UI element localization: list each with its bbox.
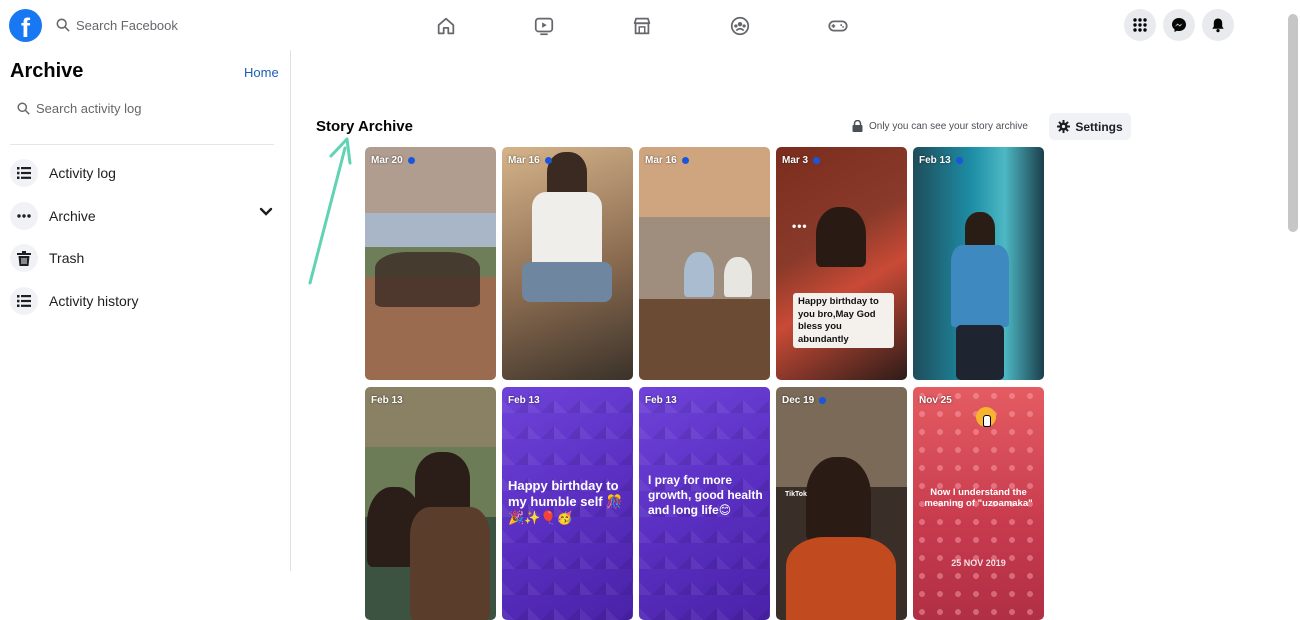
menu-grid-icon[interactable]	[1124, 9, 1156, 41]
page-scrollbar[interactable]	[1288, 14, 1298, 232]
bell-icon[interactable]	[1202, 9, 1234, 41]
story-card[interactable]: TikTok Dec 19	[776, 387, 907, 620]
unseen-dot	[813, 157, 821, 164]
chevron-down-icon[interactable]	[259, 207, 273, 217]
story-photo	[806, 457, 871, 542]
story-caption: Happy birthday to my humble self 🎊🎉✨🎈🥳	[508, 478, 623, 525]
story-date: Nov 25	[919, 395, 952, 406]
unseen-dot	[819, 397, 827, 404]
groups-icon[interactable]	[716, 10, 764, 42]
story-photo	[532, 192, 602, 267]
story-photo	[951, 245, 1009, 327]
story-card[interactable]: Mar 16	[639, 147, 770, 380]
list-icon	[10, 286, 38, 315]
story-archive-panel: Story Archive Only you can see your stor…	[292, 50, 1300, 620]
home-icon[interactable]	[422, 10, 470, 42]
story-date: Feb 13	[645, 395, 677, 406]
settings-label: Settings	[1075, 119, 1123, 134]
sidebar-item-label: Activity history	[49, 292, 139, 309]
story-photo	[415, 452, 470, 512]
gear-icon	[1057, 120, 1071, 133]
home-link[interactable]: Home	[244, 65, 279, 80]
story-date: Feb 13	[508, 395, 540, 406]
story-photo	[956, 325, 1004, 380]
sidebar-item-activity-log[interactable]: Activity log	[0, 152, 291, 195]
unseen-dot	[955, 157, 963, 164]
sidebar-menu: Activity log Archive Trash Activity hist…	[0, 152, 291, 322]
story-card[interactable]: I pray for more growth, good health and …	[639, 387, 770, 620]
story-grid: Mar 20 Mar 16 Mar 16 Happy birthday to y…	[365, 147, 1044, 620]
story-card[interactable]: Happy birthday to my humble self 🎊🎉✨🎈🥳 F…	[502, 387, 633, 620]
lock-icon	[852, 120, 863, 132]
account-controls	[1124, 9, 1234, 41]
sidebar-item-label: Trash	[49, 250, 85, 267]
sidebar-item-trash[interactable]: Trash	[0, 237, 291, 280]
trash-icon	[10, 244, 38, 273]
story-photo	[816, 207, 866, 267]
main-nav	[422, 10, 862, 42]
left-sidebar: Archive Home Search activity log Activit…	[0, 50, 291, 571]
facebook-logo[interactable]: f	[9, 9, 42, 42]
activity-search-placeholder: Search activity log	[36, 101, 142, 116]
annotation-arrow	[308, 137, 352, 285]
facebook-search[interactable]: Search Facebook	[56, 14, 178, 36]
story-date: Mar 3	[782, 155, 821, 166]
sidebar-item-activity-history[interactable]: Activity history	[0, 280, 291, 323]
story-date: Mar 20	[371, 155, 415, 166]
story-photo	[547, 152, 587, 197]
sidebar-item-archive[interactable]: Archive	[0, 195, 291, 238]
unseen-dot	[681, 157, 689, 164]
story-card[interactable]: Feb 13	[365, 387, 496, 620]
watch-icon[interactable]	[520, 10, 568, 42]
story-caption: Now I understand the meaning of "uzoamak…	[924, 487, 1033, 509]
story-date: Feb 13	[371, 395, 403, 406]
sidebar-title: Archive	[10, 60, 84, 82]
top-bar: f Search Facebook	[0, 0, 1234, 50]
story-card[interactable]: Now I understand the meaning of "uzoamak…	[913, 387, 1044, 620]
story-photo	[410, 507, 490, 620]
story-photo	[965, 212, 995, 247]
story-photo	[522, 262, 612, 302]
facebook-search-placeholder: Search Facebook	[76, 17, 178, 33]
settings-button[interactable]: Settings	[1049, 113, 1131, 140]
sidebar-divider	[10, 144, 274, 145]
privacy-note-text: Only you can see your story archive	[869, 120, 1028, 132]
sidebar-item-label: Archive	[49, 207, 96, 224]
cursor-hand-icon	[983, 415, 991, 427]
activity-search-input[interactable]: Search activity log	[17, 101, 142, 116]
story-date: Dec 19	[782, 395, 827, 406]
story-card[interactable]: Feb 13	[913, 147, 1044, 380]
marketplace-icon[interactable]	[618, 10, 666, 42]
story-date: Mar 16	[508, 155, 552, 166]
search-icon	[17, 102, 30, 115]
more-dots-icon[interactable]: •••	[792, 219, 808, 233]
story-photo	[375, 252, 480, 307]
more-dots-icon	[10, 201, 38, 230]
tiktok-watermark: TikTok	[785, 491, 807, 498]
messenger-icon[interactable]	[1163, 9, 1195, 41]
sidebar-item-label: Activity log	[49, 165, 116, 182]
unseen-dot	[544, 157, 552, 164]
story-date: Feb 13	[919, 155, 963, 166]
list-icon	[10, 159, 38, 188]
page-title: Story Archive	[316, 118, 413, 135]
unseen-dot	[407, 157, 415, 164]
search-icon	[56, 18, 70, 32]
story-photo	[724, 257, 752, 297]
story-photo	[684, 252, 714, 297]
story-card[interactable]: Mar 20	[365, 147, 496, 380]
story-caption: Happy birthday to you bro,May God bless …	[798, 296, 879, 345]
story-footer: 25 NOV 2019	[951, 558, 1006, 568]
privacy-note: Only you can see your story archive	[852, 120, 1028, 132]
story-photo	[786, 537, 896, 620]
story-card[interactable]: Happy birthday to you bro,May God bless …	[776, 147, 907, 380]
story-caption: I pray for more growth, good health and …	[648, 473, 763, 517]
story-date: Mar 16	[645, 155, 689, 166]
story-card[interactable]: Mar 16	[502, 147, 633, 380]
gaming-icon[interactable]	[814, 10, 862, 42]
